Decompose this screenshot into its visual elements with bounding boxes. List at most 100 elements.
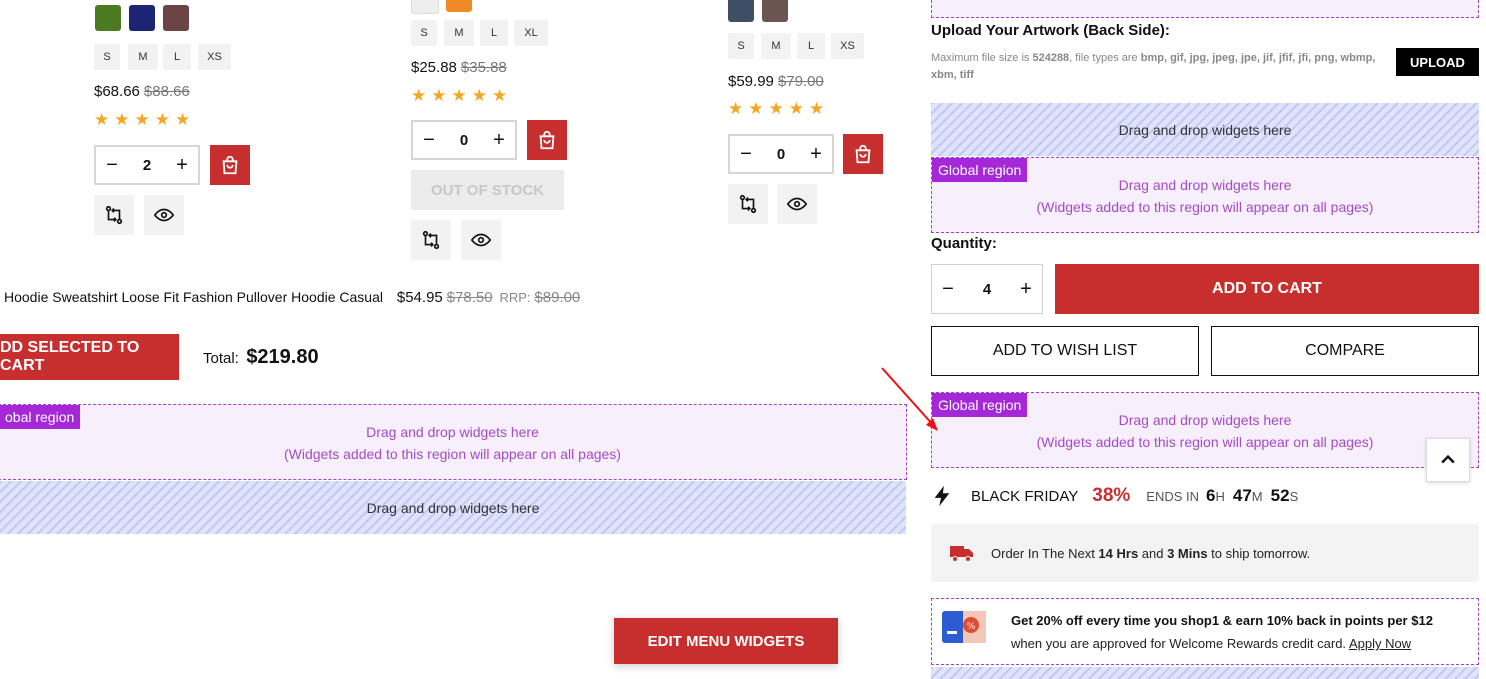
global-region-top xyxy=(931,0,1479,18)
size-option[interactable]: L xyxy=(163,44,191,70)
global-region-right-1: Global region Drag and drop widgets here… xyxy=(931,157,1479,233)
size-option[interactable]: XL xyxy=(514,20,548,46)
increase-button[interactable]: + xyxy=(1010,278,1042,301)
size-option[interactable]: M xyxy=(761,33,791,59)
add-to-cart-bag-button[interactable] xyxy=(843,134,883,174)
widget-drop-zone-right[interactable]: Drag and drop widgets here xyxy=(931,103,1479,156)
product-price: $68.66 $88.66 xyxy=(94,83,190,100)
drag-drop-subtext: (Widgets added to this region will appea… xyxy=(1036,434,1374,450)
eye-icon xyxy=(786,197,808,211)
product-price: $25.88 $35.88 xyxy=(411,59,507,76)
decrease-button[interactable]: − xyxy=(932,278,964,301)
apply-now-link[interactable]: Apply Now xyxy=(1349,636,1411,651)
size-option[interactable]: L xyxy=(480,20,508,46)
decrease-button[interactable]: − xyxy=(730,143,762,166)
promo-body-text: when you are approved for Welcome Reward… xyxy=(1011,636,1349,651)
add-to-cart-bag-button[interactable] xyxy=(210,145,250,185)
chevron-up-icon xyxy=(1441,454,1455,464)
swatch-navy[interactable] xyxy=(129,5,155,31)
truck-icon xyxy=(950,546,973,562)
increase-button[interactable]: + xyxy=(483,129,515,152)
size-option[interactable]: L xyxy=(797,33,825,59)
quantity-stepper: − 0 + xyxy=(411,120,517,160)
bundle-item-old-price: $78.50 xyxy=(446,289,493,306)
size-option[interactable]: M xyxy=(128,44,158,70)
bundle-total: Total: $219.80 xyxy=(203,346,319,369)
upload-title: Upload Your Artwork (Back Side): xyxy=(931,22,1170,39)
swatch-brown[interactable] xyxy=(163,5,189,31)
old-price: $79.00 xyxy=(777,73,824,90)
minutes-unit: M xyxy=(1251,488,1263,504)
swatch-orange[interactable] xyxy=(446,0,472,12)
increase-button[interactable]: + xyxy=(166,154,198,177)
bundle-item-name[interactable]: Hoodie Sweatshirt Loose Fit Fashion Pull… xyxy=(4,289,383,305)
countdown-row: BLACK FRIDAY 38% ENDS IN 6H 47 M 52 S xyxy=(931,484,1298,508)
compare-button-main[interactable]: COMPARE xyxy=(1211,326,1479,376)
quantity-value[interactable]: 2 xyxy=(143,157,151,174)
upload-info-mid: , file types are xyxy=(1069,52,1141,64)
eye-icon xyxy=(153,208,175,222)
quantity-value[interactable]: 4 xyxy=(983,281,991,298)
widget-drop-zone-bottom[interactable] xyxy=(931,667,1479,679)
quantity-stepper: − 0 + xyxy=(728,134,834,174)
compare-icon xyxy=(739,194,757,214)
quick-view-button[interactable] xyxy=(777,184,817,224)
swatch-slate[interactable] xyxy=(728,0,754,22)
add-selected-to-cart-button[interactable]: DD SELECTED TO CART xyxy=(0,334,179,380)
compare-icon xyxy=(422,230,440,250)
size-option[interactable]: XS xyxy=(831,33,864,59)
quick-view-button[interactable] xyxy=(461,220,501,260)
svg-text:%: % xyxy=(967,622,976,632)
promo-headline: Get 20% off every time you shop1 & earn … xyxy=(1011,613,1433,628)
quantity-value[interactable]: 0 xyxy=(460,132,468,149)
hours-value: 6 xyxy=(1206,486,1216,505)
increase-button[interactable]: + xyxy=(800,143,832,166)
quantity-value[interactable]: 0 xyxy=(777,146,785,163)
bundle-item-row: Hoodie Sweatshirt Loose Fit Fashion Pull… xyxy=(4,289,580,306)
product-price: $59.99 $79.00 xyxy=(728,73,824,90)
drag-drop-subtext: (Widgets added to this region will appea… xyxy=(284,446,621,462)
shopping-bag-icon xyxy=(539,130,555,150)
quantity-stepper: − 2 + xyxy=(94,145,200,185)
size-option[interactable]: M xyxy=(444,20,474,46)
rating-stars: ★★★★★ xyxy=(728,99,830,118)
global-region-tag: obal region xyxy=(0,405,81,429)
main-quantity-stepper: − 4 + xyxy=(931,264,1043,314)
add-to-cart-button[interactable]: ADD TO CART xyxy=(1055,264,1479,314)
add-to-wish-list-button[interactable]: ADD TO WISH LIST xyxy=(931,326,1199,376)
upload-info: Maximum file size is 524288, file types … xyxy=(931,50,1393,84)
eye-icon xyxy=(470,233,492,247)
discount-percent: 38% xyxy=(1092,485,1131,506)
credit-card-icon: % xyxy=(942,611,986,643)
compare-button[interactable] xyxy=(728,184,768,224)
out-of-stock-button: OUT OF STOCK xyxy=(411,170,564,210)
swatch-taupe[interactable] xyxy=(762,0,788,22)
quantity-label: Quantity: xyxy=(931,235,997,252)
upload-button[interactable]: UPLOAD xyxy=(1396,48,1479,76)
shipping-minutes: 3 Mins xyxy=(1167,545,1208,561)
decrease-button[interactable]: − xyxy=(413,129,445,152)
compare-icon xyxy=(105,205,123,225)
size-option[interactable]: XS xyxy=(198,44,231,70)
size-option[interactable]: S xyxy=(728,33,754,59)
add-to-cart-bag-button[interactable] xyxy=(527,120,567,160)
compare-button[interactable] xyxy=(411,220,451,260)
size-option[interactable]: S xyxy=(94,44,120,70)
decrease-button[interactable]: − xyxy=(96,154,128,177)
quick-view-button[interactable] xyxy=(144,195,184,235)
shopping-bag-icon xyxy=(855,144,871,164)
scroll-to-top-button[interactable] xyxy=(1426,438,1470,482)
swatch-white[interactable] xyxy=(411,0,439,14)
rrp-label: RRP: xyxy=(499,290,531,305)
compare-button[interactable] xyxy=(94,195,134,235)
global-region-tag: Global region xyxy=(932,393,1028,417)
current-price: $68.66 xyxy=(94,83,140,100)
swatch-green[interactable] xyxy=(95,5,121,31)
edit-menu-widgets-button[interactable]: EDIT MENU WIDGETS xyxy=(614,618,838,664)
widget-drop-zone-left[interactable]: Drag and drop widgets here xyxy=(0,481,906,534)
upload-info-prefix: Maximum file size is xyxy=(931,52,1033,64)
max-file-size: 524288 xyxy=(1032,52,1070,64)
global-region-right-2: Global region Drag and drop widgets here… xyxy=(931,392,1479,468)
size-option[interactable]: S xyxy=(411,20,437,46)
total-label: Total: xyxy=(203,350,239,367)
